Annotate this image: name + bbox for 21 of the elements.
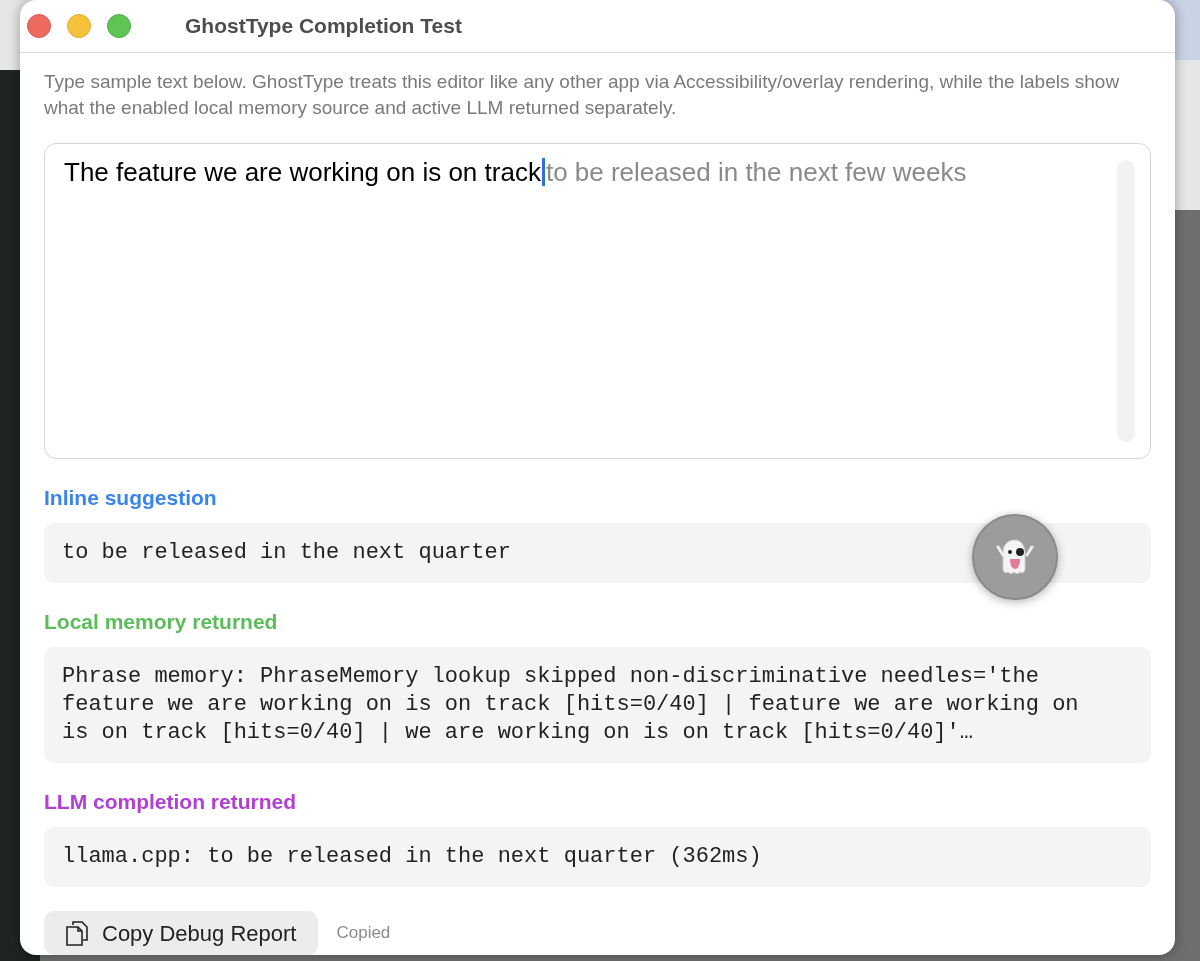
result-text: is on track [hits=0/40] | we are working on is on track [hits=0/40]'… (62, 719, 973, 747)
text-cursor (541, 158, 545, 186)
minimize-window-button[interactable] (67, 14, 91, 38)
text-editor[interactable]: The feature we are working on is on track to be released in the next few weeks (44, 143, 1151, 459)
typed-text: The feature we are working on is on track (64, 157, 541, 187)
section-label: LLM completion returned (44, 789, 297, 815)
section-label: Local memory returned (44, 609, 279, 635)
close-window-button[interactable] (27, 14, 51, 38)
result-text: Phrase memory: PhraseMemory lookup skipped non-discriminative needles='the (62, 663, 1039, 691)
description-text: Type sample text below. GhostType treats this editor like any other app via Accessibility/overlay rendering, while the labels show what the enabled local memory source and active LLM returned separately. (44, 70, 1121, 120)
documents-icon (66, 920, 88, 946)
result-text: feature we are working on is on track [hits=0/40] | feature we are working on (62, 691, 1079, 719)
ghost-suggestion-text: to be released in the next few weeks (545, 157, 967, 187)
copy-status-text: Copied (336, 922, 391, 945)
result-text: to be released in the next quarter (62, 539, 511, 567)
window-title: GhostType Completion Test (185, 13, 462, 40)
result-text: llama.cpp: to be released in the next quarter (362ms) (62, 843, 762, 871)
section-label: Inline suggestion (44, 485, 218, 511)
zoom-window-button[interactable] (107, 14, 131, 38)
copy-debug-report-button[interactable]: Copy Debug Report (44, 911, 319, 955)
ghost-icon (996, 537, 1034, 577)
